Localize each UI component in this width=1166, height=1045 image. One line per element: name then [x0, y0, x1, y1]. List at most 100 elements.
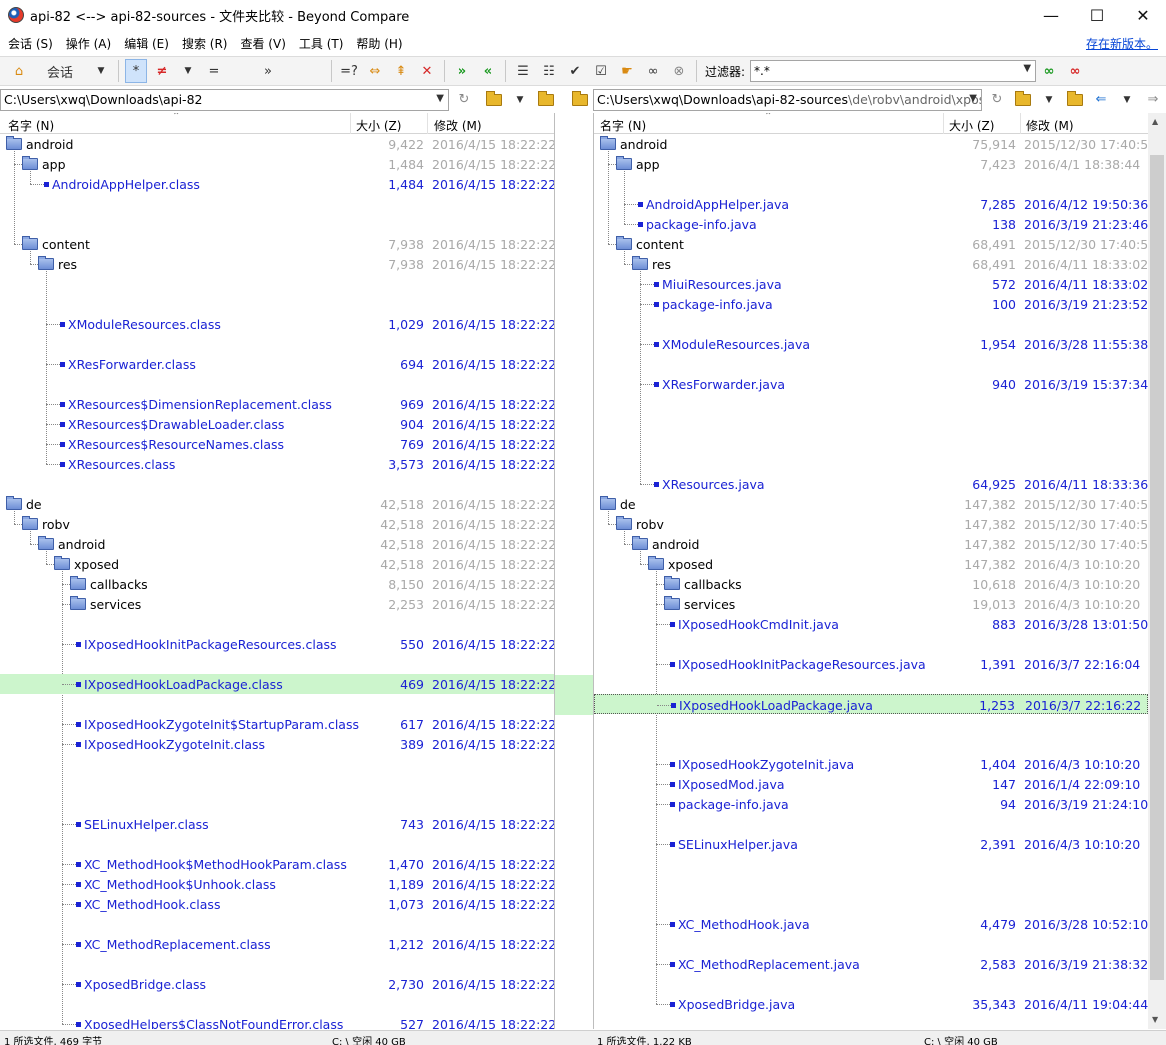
menu-session[interactable]: 会话 (S): [3, 35, 58, 52]
right-up-folder-icon[interactable]: [1064, 88, 1086, 112]
file-row[interactable]: IXposedHookZygoteInit$StartupParam.class…: [0, 714, 554, 734]
collapse-all-icon[interactable]: «: [477, 59, 499, 83]
file-row[interactable]: XResources$ResourceNames.class 769 2016/4/…: [0, 434, 554, 454]
session-dropdown-icon[interactable]: ▼: [90, 59, 112, 83]
right-browse-dropdown-icon[interactable]: ▼: [1038, 88, 1060, 112]
file-row[interactable]: XResForwarder.class 694 2016/4/15 18:22:22: [0, 354, 554, 374]
folder-row[interactable]: callbacks 8,150 2016/4/15 18:22:22: [0, 574, 554, 594]
folder-row[interactable]: robv 147,382 2015/12/30 17:40:52: [594, 514, 1148, 534]
folder-row[interactable]: xposed 147,382 2016/4/3 10:10:20: [594, 554, 1148, 574]
back-arrow-icon[interactable]: ⇐: [1090, 88, 1112, 112]
folder-row[interactable]: services 19,013 2016/4/3 10:10:20: [594, 594, 1148, 614]
folder-row[interactable]: content 68,491 2015/12/30 17:40:52: [594, 234, 1148, 254]
file-row[interactable]: IXposedHookInitPackageResources.java 1,39…: [594, 654, 1148, 674]
left-path-dropdown-icon[interactable]: ▼: [436, 93, 444, 104]
file-row[interactable]: XResources.java 64,925 2016/4/11 18:33:36: [594, 474, 1148, 494]
more-toolbar-button[interactable]: »: [257, 59, 279, 83]
menu-view[interactable]: 查看 (V): [235, 35, 290, 52]
folder-row[interactable]: app 1,484 2016/4/15 18:22:22: [0, 154, 554, 174]
minimize-button[interactable]: —: [1028, 0, 1074, 30]
folder-row[interactable]: services 2,253 2016/4/15 18:22:22: [0, 594, 554, 614]
file-row[interactable]: XC_MethodHook$MethodHookParam.class 1,470…: [0, 854, 554, 874]
left-header-name[interactable]: 名字 (N): [8, 117, 54, 134]
file-row[interactable]: IXposedHookInitPackageResources.class 550…: [0, 634, 554, 654]
column-separator[interactable]: [427, 113, 428, 134]
left-swap-folder-icon[interactable]: [569, 88, 591, 112]
folder-row[interactable]: callbacks 10,618 2016/4/3 10:10:20: [594, 574, 1148, 594]
right-header-name[interactable]: 名字 (N): [600, 117, 646, 134]
file-row[interactable]: package-info.java 138 2016/3/19 21:23:46: [594, 214, 1148, 234]
file-row[interactable]: SELinuxHelper.class 743 2016/4/15 18:22:22: [0, 814, 554, 834]
differences-dropdown-icon[interactable]: ▼: [177, 59, 199, 83]
file-row[interactable]: XC_MethodHook.java 4,479 2016/3/28 10:52:1…: [594, 914, 1148, 934]
right-header-date[interactable]: 修改 (M): [1026, 117, 1074, 134]
right-header-size[interactable]: 大小 (Z): [949, 117, 994, 134]
folder-row[interactable]: de 147,382 2015/12/30 17:40:52: [594, 494, 1148, 514]
file-row[interactable]: IXposedHookCmdInit.java 883 2016/3/28 13:0…: [594, 614, 1148, 634]
back-dropdown-icon[interactable]: ▼: [1116, 88, 1138, 112]
file-row[interactable]: XResForwarder.java 940 2016/3/19 15:37:34: [594, 374, 1148, 394]
file-row[interactable]: AndroidAppHelper.class 1,484 2016/4/15 18:…: [0, 174, 554, 194]
file-row[interactable]: XposedHelpers$ClassNotFoundError.class 52…: [0, 1014, 554, 1029]
right-folder-pane[interactable]: 名字 (N) ⌃ 大小 (Z) 修改 (M) android 75,914 2015…: [593, 113, 1148, 1029]
right-path-input[interactable]: C:\Users\xwq\Downloads\api-82-sources \de…: [593, 88, 982, 111]
column-separator[interactable]: [1020, 113, 1021, 134]
forward-arrow-icon[interactable]: ⇒: [1142, 88, 1164, 112]
filter-dropdown-icon[interactable]: ▼: [1023, 63, 1031, 74]
left-refresh-icon[interactable]: ↻: [453, 88, 475, 112]
file-row[interactable]: package-info.java 94 2016/3/19 21:24:10: [594, 794, 1148, 814]
left-path-input[interactable]: C:\Users\xwq\Downloads\api-82 ▼: [0, 88, 449, 111]
file-row[interactable]: XResources$DimensionReplacement.class 969…: [0, 394, 554, 414]
file-row[interactable]: package-info.java 100 2016/3/19 21:23:52: [594, 294, 1148, 314]
menu-edit[interactable]: 编辑 (E): [119, 35, 174, 52]
file-row[interactable]: IXposedHookZygoteInit.class 389 2016/4/15 …: [0, 734, 554, 754]
file-row[interactable]: XC_MethodHook$Unhook.class 1,189 2016/4/15…: [0, 874, 554, 894]
file-row[interactable]: IXposedHookZygoteInit.java 1,404 2016/4/3 …: [594, 754, 1148, 774]
folder-row[interactable]: android 75,914 2015/12/30 17:40:52: [594, 134, 1148, 154]
left-browse-folder-icon[interactable]: [483, 88, 505, 112]
file-row[interactable]: XposedBridge.java 35,343 2016/4/11 19:04:4…: [594, 994, 1148, 1014]
swap-sides-icon[interactable]: ⇔: [364, 59, 386, 83]
compare-contents-button[interactable]: =?: [338, 59, 360, 83]
folder-row[interactable]: robv 42,518 2016/4/15 18:22:22: [0, 514, 554, 534]
left-up-folder-icon[interactable]: [535, 88, 557, 112]
left-header-size[interactable]: 大小 (Z): [356, 117, 401, 134]
folder-row[interactable]: xposed 42,518 2016/4/15 18:22:22: [0, 554, 554, 574]
session-button[interactable]: 会话: [34, 59, 86, 83]
right-browse-folder-icon[interactable]: [1012, 88, 1034, 112]
home-icon[interactable]: ⌂: [8, 59, 30, 83]
file-row[interactable]: IXposedMod.java 147 2016/1/4 22:09:10: [594, 774, 1148, 794]
left-header-date[interactable]: 修改 (M): [434, 117, 482, 134]
apply-filter-icon[interactable]: ∞: [1038, 59, 1060, 83]
right-refresh-icon[interactable]: ↻: [986, 88, 1008, 112]
file-row[interactable]: MiuiResources.java 572 2016/4/11 18:33:02: [594, 274, 1148, 294]
file-row[interactable]: XResources$DrawableLoader.class 904 2016/4…: [0, 414, 554, 434]
scroll-down-arrow-icon[interactable]: ▼: [1152, 1015, 1158, 1024]
folder-row[interactable]: android 147,382 2015/12/30 17:40:52: [594, 534, 1148, 554]
show-all-button[interactable]: *: [125, 59, 147, 83]
expand-all-icon[interactable]: »: [451, 59, 473, 83]
show-differences-button[interactable]: ≠: [151, 59, 173, 83]
copy-folder-icon[interactable]: ⇞: [390, 59, 412, 83]
file-row[interactable]: SELinuxHelper.java 2,391 2016/4/3 10:10:20: [594, 834, 1148, 854]
new-version-link[interactable]: 存在新版本。: [1086, 35, 1158, 52]
menu-search[interactable]: 搜索 (R): [177, 35, 233, 52]
file-row[interactable]: AndroidAppHelper.java 7,285 2016/4/12 19:5…: [594, 194, 1148, 214]
menu-actions[interactable]: 操作 (A): [61, 35, 116, 52]
check-all-icon[interactable]: ☑: [590, 59, 612, 83]
right-path-dropdown-icon[interactable]: ▼: [969, 93, 977, 104]
left-folder-pane[interactable]: 名字 (N) ⌃ 大小 (Z) 修改 (M) android 9,422 2016/…: [0, 113, 555, 1029]
file-row[interactable]: XposedBridge.class 2,730 2016/4/15 18:22:2…: [0, 974, 554, 994]
file-row[interactable]: XC_MethodReplacement.class 1,212 2016/4/15…: [0, 934, 554, 954]
folder-row[interactable]: android 9,422 2016/4/15 18:22:22: [0, 134, 554, 154]
filter-input[interactable]: *.* ▼: [750, 60, 1037, 82]
hand-icon[interactable]: ☛: [616, 59, 638, 83]
tree-list-icon[interactable]: ☷: [538, 59, 560, 83]
show-same-button[interactable]: =: [203, 59, 225, 83]
left-browse-dropdown-icon[interactable]: ▼: [509, 88, 531, 112]
clear-filter-icon[interactable]: ∞: [1064, 59, 1086, 83]
maximize-button[interactable]: ☐: [1074, 0, 1120, 30]
file-row[interactable]: IXposedHookLoadPackage.class 469 2016/4/15…: [0, 674, 554, 694]
file-row[interactable]: XC_MethodHook.class 1,073 2016/4/15 18:22:…: [0, 894, 554, 914]
folder-row[interactable]: res 7,938 2016/4/15 18:22:22: [0, 254, 554, 274]
